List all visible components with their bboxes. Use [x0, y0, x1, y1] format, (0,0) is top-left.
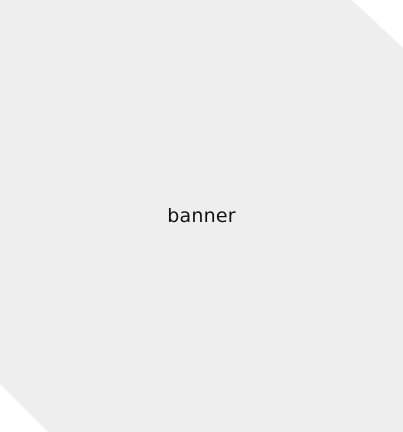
- banner-label: banner: [167, 204, 236, 227]
- page: banner: [0, 0, 403, 432]
- banner: banner: [0, 0, 403, 432]
